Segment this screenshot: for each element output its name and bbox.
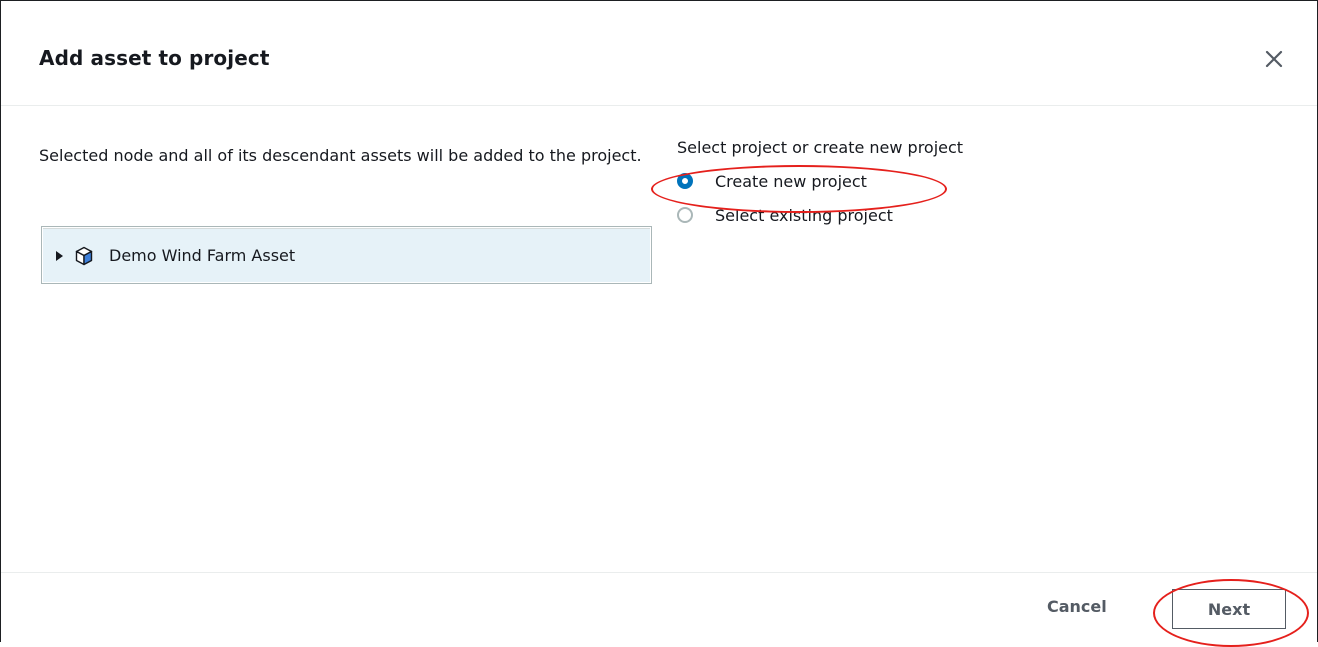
modal-footer: Cancel Next bbox=[1, 572, 1317, 643]
radio-label-select-existing-project: Select existing project bbox=[715, 205, 893, 225]
modal-title: Add asset to project bbox=[39, 46, 270, 70]
left-column: Selected node and all of its descendant … bbox=[39, 141, 654, 284]
tree-item-demo-wind-farm-asset[interactable]: Demo Wind Farm Asset bbox=[43, 228, 650, 282]
radio-label-create-new-project: Create new project bbox=[715, 171, 867, 191]
radio-unchecked-icon[interactable] bbox=[677, 207, 693, 223]
caret-right-icon[interactable] bbox=[56, 250, 63, 261]
radio-select-existing-project[interactable]: Select existing project bbox=[677, 195, 1277, 235]
close-icon bbox=[1265, 50, 1283, 68]
right-column: Select project or create new project Cre… bbox=[677, 135, 1277, 235]
tree-item-label: Demo Wind Farm Asset bbox=[109, 246, 296, 265]
add-asset-modal: Add asset to project Selected node and a… bbox=[0, 0, 1318, 647]
next-button[interactable]: Next bbox=[1172, 589, 1286, 629]
asset-tree: Demo Wind Farm Asset bbox=[41, 226, 652, 284]
description-text: Selected node and all of its descendant … bbox=[39, 146, 642, 165]
cancel-button[interactable]: Cancel bbox=[1047, 597, 1107, 616]
cube-icon bbox=[75, 246, 93, 266]
project-selection-label: Select project or create new project bbox=[677, 138, 964, 157]
close-button[interactable] bbox=[1259, 44, 1289, 74]
radio-checked-icon[interactable] bbox=[677, 173, 693, 189]
modal-header: Add asset to project bbox=[1, 1, 1317, 106]
